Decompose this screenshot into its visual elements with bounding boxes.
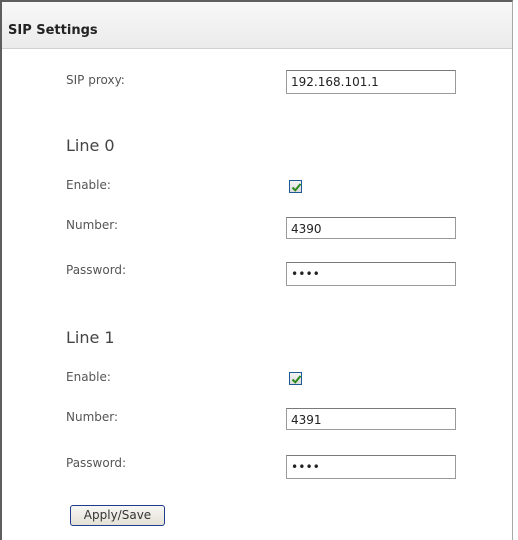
line-1-heading: Line 1 [66, 328, 115, 347]
line-0-password-label: Password: [66, 263, 127, 277]
line-1-number-label: Number: [66, 410, 119, 424]
line-0-number-input[interactable]: 4390 [286, 217, 456, 239]
sip-proxy-input[interactable]: 192.168.101.1 [286, 70, 456, 94]
line-0-password-input[interactable]: •••• [286, 262, 456, 286]
line-0-enable-checkbox[interactable] [289, 180, 302, 193]
line-1-password-label: Password: [66, 456, 127, 470]
line-0-enable-label: Enable: [66, 178, 111, 192]
line-1-enable-label: Enable: [66, 370, 111, 384]
checkmark-icon [291, 375, 302, 384]
line-1-enable-checkbox[interactable] [289, 372, 302, 385]
sip-proxy-label: SIP proxy: [66, 73, 125, 87]
panel-header: SIP Settings [2, 2, 512, 49]
panel-title: SIP Settings [8, 23, 98, 38]
line-0-number-label: Number: [66, 218, 119, 232]
checkmark-icon [291, 183, 302, 192]
line-1-password-input[interactable]: •••• [286, 455, 456, 479]
apply-save-button[interactable]: Apply/Save [70, 505, 165, 526]
line-0-heading: Line 0 [66, 136, 115, 155]
line-1-number-input[interactable]: 4391 [286, 408, 456, 430]
